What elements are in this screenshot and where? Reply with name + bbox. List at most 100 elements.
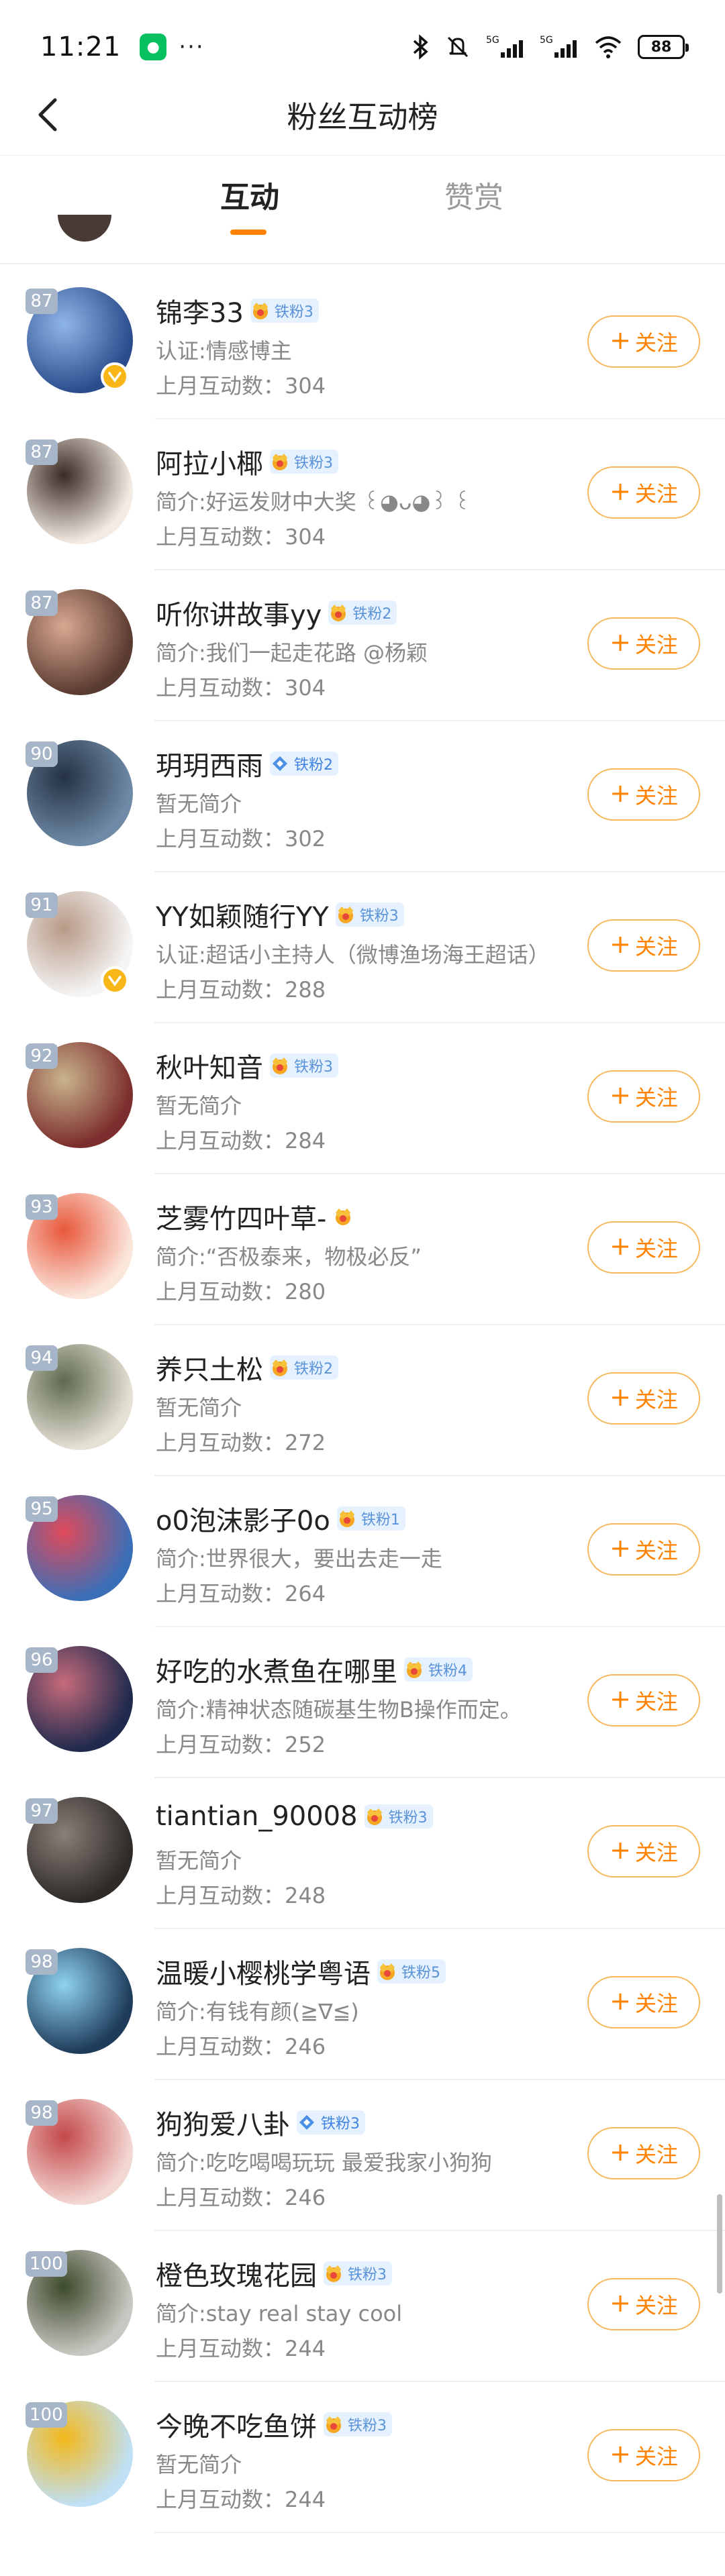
fan-level-text: 铁粉4 (428, 1663, 467, 1680)
crown-icon (334, 1506, 360, 1531)
rank-badge: 98 (26, 2100, 58, 2126)
user-name[interactable]: 玥玥西雨 (156, 744, 263, 783)
list-item[interactable]: 87 听你讲故事yy 铁粉2 简介:我们一起走花路 @杨颖 上月互动数：304 … (0, 570, 725, 721)
fan-level-badge: 铁粉3 (364, 1804, 433, 1828)
user-description: 暂无简介 (156, 791, 242, 817)
signal-5g-icon-2: 5G (540, 35, 577, 58)
user-name[interactable]: tiantian_90008 (156, 1801, 358, 1832)
plus-icon: + (610, 2137, 631, 2167)
follow-button[interactable]: + 关注 (587, 315, 700, 368)
follow-button[interactable]: + 关注 (587, 1221, 700, 1274)
follow-button[interactable]: + 关注 (587, 1523, 700, 1576)
user-name[interactable]: 狗狗爱八卦 (156, 2103, 290, 2142)
user-name[interactable]: o0泡沫影子0o (156, 1499, 330, 1538)
list-item[interactable]: 94 养只土松 铁粉2 暂无简介 上月互动数：272 + 关注 (0, 1325, 725, 1476)
verified-icon (101, 362, 129, 391)
list-item[interactable]: 95 o0泡沫影子0o 铁粉1 简介:世界很大，要出去走一走 上月互动数：264… (0, 1476, 725, 1627)
user-name[interactable]: 今晚不吃鱼饼 (156, 2405, 317, 2444)
follow-label: 关注 (634, 2142, 678, 2167)
list-item[interactable]: 98 温暖小樱桃学粤语 铁粉5 简介:有钱有颜(≧∇≦) 上月互动数：246 +… (0, 1929, 725, 2080)
follow-label: 关注 (634, 934, 678, 960)
user-name[interactable]: 听你讲故事yy (156, 593, 322, 632)
nav-bar: 粉丝互动榜 (0, 74, 725, 156)
user-name[interactable]: 锦李33 (156, 291, 244, 330)
list-item[interactable]: 91 YY如颖随行YY 铁粉3 认证:超话小主持人（微博渔场海王超话） 上月互动… (0, 872, 725, 1023)
list-item[interactable]: 98 狗狗爱八卦 铁粉3 简介:吃吃喝喝玩玩 最爱我家小狗狗 上月互动数：246… (0, 2080, 725, 2231)
follow-label: 关注 (634, 632, 678, 658)
user-name[interactable]: 橙色玫瑰花园 (156, 2254, 317, 2293)
rank-badge: 95 (26, 1496, 58, 1522)
list-item[interactable]: 90 玥玥西雨 铁粉2 暂无简介 上月互动数：302 + 关注 (0, 721, 725, 872)
follow-button[interactable]: + 关注 (587, 466, 700, 519)
chevron-left-icon (38, 98, 57, 132)
user-description: 简介:精神状态随碳基生物B操作而定。 (156, 1697, 522, 1722)
crown-icon (333, 903, 358, 927)
diamond-icon (294, 2110, 320, 2134)
user-name[interactable]: 好吃的水煮鱼在哪里 (156, 1650, 397, 1689)
list-item[interactable]: 96 好吃的水煮鱼在哪里 铁粉4 简介:精神状态随碳基生物B操作而定。 上月互动… (0, 1627, 725, 1778)
user-name[interactable]: 芝雾竹四叶草- (156, 1197, 326, 1236)
scrollbar[interactable] (717, 2194, 722, 2294)
interaction-count: 上月互动数：252 (156, 1732, 326, 1757)
rank-badge: 87 (26, 440, 58, 465)
follow-button[interactable]: + 关注 (587, 2127, 700, 2179)
follow-button[interactable]: + 关注 (587, 2429, 700, 2481)
user-name[interactable]: 温暖小樱桃学粤语 (156, 1952, 371, 1991)
crown-icon (248, 299, 273, 323)
user-name-line: 橙色玫瑰花园 铁粉3 (156, 2254, 392, 2293)
wechat-icon: ● (140, 34, 167, 60)
plus-icon: + (610, 778, 631, 808)
fan-level-badge: 铁粉5 (377, 1959, 446, 1983)
follow-button[interactable]: + 关注 (587, 2278, 700, 2330)
rank-badge: 93 (26, 1194, 58, 1220)
user-name[interactable]: YY如颖随行YY (156, 895, 329, 934)
battery-icon: 88 (638, 35, 689, 59)
follow-button[interactable]: + 关注 (587, 1976, 700, 2028)
list-item[interactable]: 87 阿拉小椰 铁粉3 简介:好运发财中大奖 ꒰◕ᴗ◕꒱ ꒰ 上月互动数：304… (0, 419, 725, 570)
rank-badge: 100 (26, 2402, 67, 2428)
fan-level-badge: 铁粉2 (270, 752, 338, 776)
list-item[interactable]: 92 秋叶知音 铁粉3 暂无简介 上月互动数：284 + 关注 (0, 1023, 725, 1174)
list-item[interactable]: 93 芝雾竹四叶草- 简介:“否极泰来，物极必反” 上月互动数：280 + 关注 (0, 1174, 725, 1325)
fan-level-text: 铁粉3 (348, 2418, 387, 2434)
follow-button[interactable]: + 关注 (587, 1070, 700, 1123)
rank-badge: 97 (26, 1798, 58, 1824)
fan-level-text: 铁粉3 (321, 2116, 360, 2132)
crown-icon (267, 1053, 293, 1078)
list-item[interactable]: 100 橙色玫瑰花园 铁粉3 简介:stay real stay cool 上月… (0, 2231, 725, 2382)
crown-icon (321, 2412, 346, 2436)
follow-button[interactable]: + 关注 (587, 1674, 700, 1727)
plus-icon: + (610, 1684, 631, 1714)
plus-icon: + (610, 476, 631, 506)
user-name[interactable]: 养只土松 (156, 1348, 263, 1387)
list-item[interactable]: 87 锦李33 铁粉3 认证:情感博主 上月互动数：304 + 关注 (0, 268, 725, 419)
user-name-line: 锦李33 铁粉3 (156, 291, 319, 330)
user-description: 简介:有钱有颜(≧∇≦) (156, 1999, 359, 2024)
rank-badge: 90 (26, 741, 58, 767)
user-name[interactable]: 秋叶知音 (156, 1046, 263, 1085)
rank-badge: 100 (26, 2251, 67, 2277)
follow-button[interactable]: + 关注 (587, 1825, 700, 1877)
follow-button[interactable]: + 关注 (587, 1372, 700, 1425)
plus-icon: + (610, 2288, 631, 2318)
user-description: 暂无简介 (156, 2452, 242, 2477)
follow-label: 关注 (634, 1840, 678, 1865)
crown-icon (267, 1355, 293, 1380)
list-item[interactable]: 97 tiantian_90008 铁粉3 暂无简介 上月互动数：248 + 关… (0, 1778, 725, 1929)
follow-button[interactable]: + 关注 (587, 617, 700, 670)
previous-row-avatar (58, 215, 111, 242)
follow-button[interactable]: + 关注 (587, 919, 700, 972)
bluetooth-icon (413, 34, 428, 60)
interaction-count: 上月互动数：280 (156, 1279, 326, 1304)
fan-level-badge: 铁粉3 (324, 2412, 392, 2436)
interaction-count: 上月互动数：288 (156, 977, 326, 1002)
user-name-line: 秋叶知音 铁粉3 (156, 1046, 338, 1085)
svg-text:5G: 5G (540, 35, 553, 46)
user-name[interactable]: 阿拉小椰 (156, 442, 263, 481)
tab-reward[interactable]: 赞赏 (444, 173, 503, 216)
list-item[interactable]: 100 今晚不吃鱼饼 铁粉3 暂无简介 上月互动数：244 + 关注 (0, 2382, 725, 2533)
tab-interaction[interactable]: 互动 (220, 173, 279, 216)
fan-level-badge: 铁粉3 (270, 1053, 338, 1078)
back-button[interactable] (24, 91, 71, 138)
follow-button[interactable]: + 关注 (587, 768, 700, 821)
